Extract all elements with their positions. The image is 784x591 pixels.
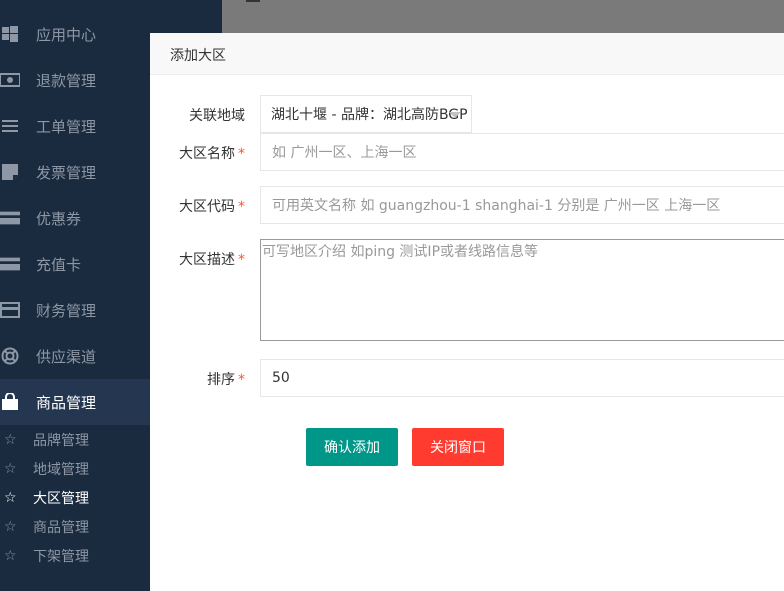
- region-label: 关联地域: [150, 105, 245, 125]
- windows-icon: [0, 26, 20, 42]
- code-label: 大区代码 *: [150, 196, 245, 216]
- dialog-header: 添加大区: [150, 33, 784, 75]
- lifebuoy-icon: [0, 347, 20, 365]
- sidebar-subitem-label: 地域管理: [33, 461, 89, 478]
- sidebar-item-label: 退款管理: [36, 71, 97, 90]
- sidebar-subitem-label: 下架管理: [33, 548, 89, 565]
- zone-desc-textarea[interactable]: 可写地区介绍 如ping 测试IP或者线路信息等: [260, 239, 784, 341]
- region-select-value: 湖北十堰 - 品牌：湖北高防BGP: [271, 107, 468, 123]
- sidebar-item-label: 商品管理: [36, 393, 97, 412]
- sidebar-subitem-label: 商品管理: [33, 519, 89, 536]
- shopping-bag-icon: [0, 393, 20, 410]
- sidebar-item-label: 工单管理: [36, 117, 97, 136]
- card-icon: [0, 256, 20, 272]
- sidebar-item-label: 充值卡: [36, 255, 82, 274]
- file-icon: [0, 164, 20, 180]
- caret-down-icon: [449, 112, 461, 118]
- credit-card-icon: [0, 302, 20, 318]
- sort-input[interactable]: 50: [260, 359, 784, 397]
- zone-name-placeholder: 如 广州一区、上海一区: [272, 145, 417, 161]
- sidebar-item-label: 供应渠道: [36, 347, 97, 366]
- star-icon: ☆: [4, 489, 17, 506]
- star-icon: ☆: [4, 460, 17, 477]
- dialog-title: 添加大区: [170, 48, 226, 64]
- required-mark: *: [238, 199, 245, 215]
- card-icon: [0, 210, 20, 226]
- sidebar-item-label: 应用中心: [36, 25, 97, 44]
- desc-label: 大区描述 *: [150, 249, 245, 269]
- zone-desc-placeholder: 可写地区介绍 如ping 测试IP或者线路信息等: [262, 244, 539, 260]
- code-label-text: 大区代码: [179, 199, 235, 215]
- add-zone-dialog: 添加大区 关联地域 湖北十堰 - 品牌：湖北高防BGP 大区名称 * 如 广州一区…: [150, 33, 784, 591]
- desc-label-text: 大区描述: [179, 252, 235, 268]
- sidebar-subitem-label: 品牌管理: [33, 432, 89, 449]
- sidebar-subitem-label: 大区管理: [33, 490, 89, 507]
- sort-label-text: 排序: [207, 372, 235, 388]
- money-icon: [0, 72, 20, 88]
- close-window-button[interactable]: 关闭窗口: [412, 428, 504, 466]
- menu-toggle-icon[interactable]: [246, 0, 260, 3]
- confirm-add-button[interactable]: 确认添加: [306, 428, 398, 466]
- sidebar-item-label: 财务管理: [36, 301, 97, 320]
- sort-value: 50: [272, 370, 290, 386]
- list-icon: [0, 118, 20, 134]
- name-label-text: 大区名称: [179, 146, 235, 162]
- name-label: 大区名称 *: [150, 143, 245, 163]
- region-label-text: 关联地域: [189, 108, 245, 124]
- star-icon: ☆: [4, 547, 17, 564]
- sidebar-item-label: 优惠券: [36, 209, 82, 228]
- required-mark: *: [238, 372, 245, 388]
- region-select[interactable]: 湖北十堰 - 品牌：湖北高防BGP: [260, 95, 472, 133]
- zone-code-input[interactable]: 可用英文名称 如 guangzhou-1 shanghai-1 分别是 广州一区…: [260, 186, 784, 224]
- top-bar: [222, 0, 784, 33]
- required-mark: *: [238, 146, 245, 162]
- zone-name-input[interactable]: 如 广州一区、上海一区: [260, 133, 784, 171]
- sidebar-item-label: 发票管理: [36, 163, 97, 182]
- star-icon: ☆: [4, 518, 17, 535]
- required-mark: *: [238, 252, 245, 268]
- sort-label: 排序 *: [150, 369, 245, 389]
- star-icon: ☆: [4, 431, 17, 448]
- zone-code-placeholder: 可用英文名称 如 guangzhou-1 shanghai-1 分别是 广州一区…: [272, 198, 721, 214]
